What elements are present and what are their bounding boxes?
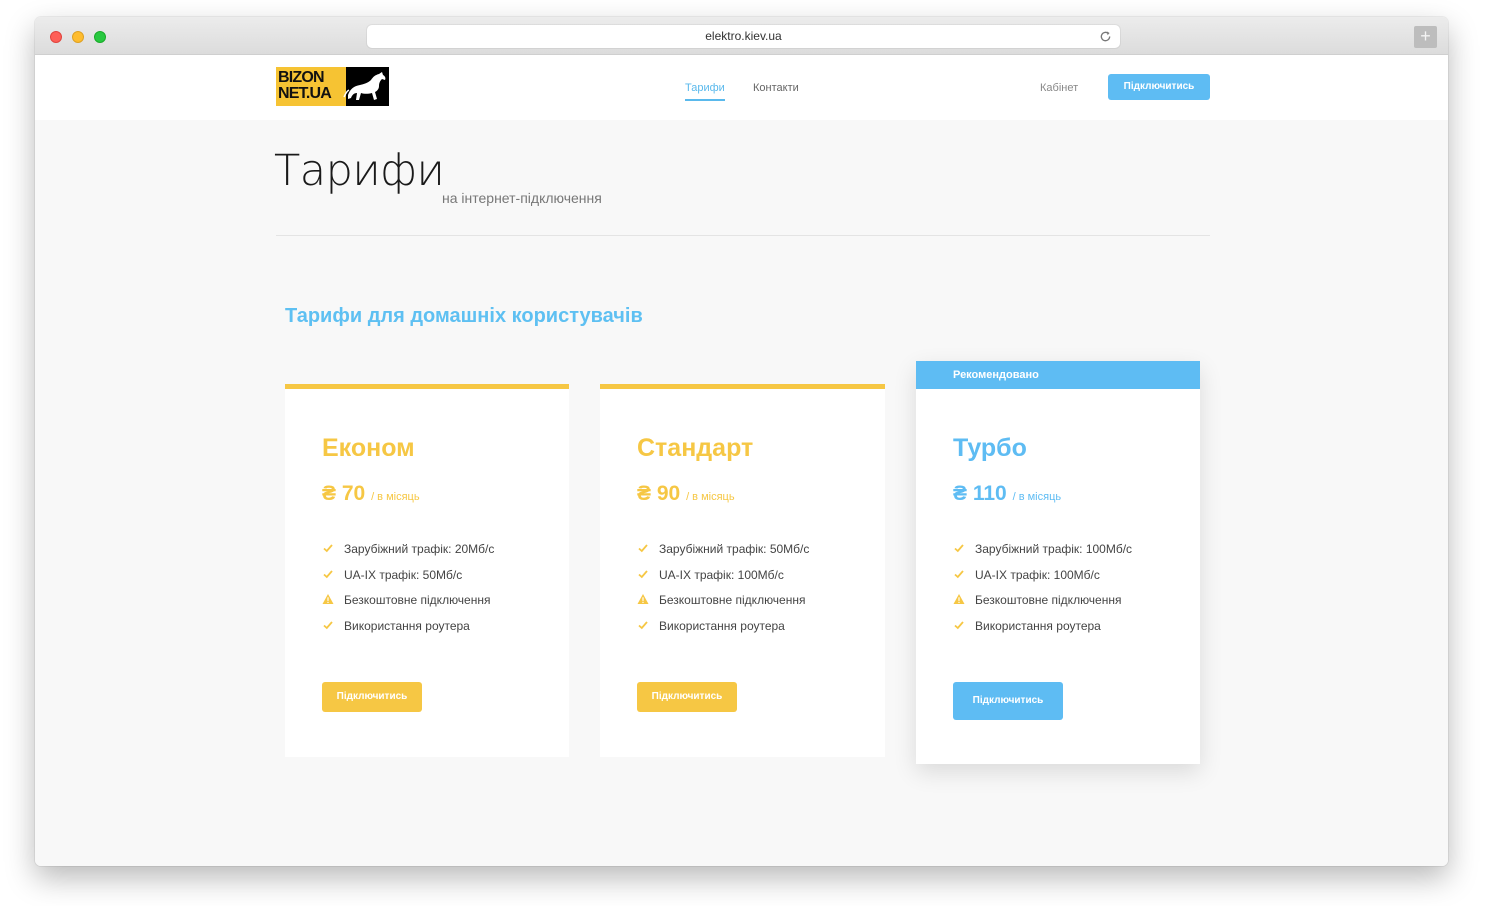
logo-line-2: NET.UA bbox=[278, 85, 332, 102]
feature-text: UA-IX трафік: 50Мб/с bbox=[344, 567, 463, 582]
feature-text: Безкоштовне підключення bbox=[659, 593, 806, 607]
plan-price: ₴ 90 / в місяць bbox=[637, 482, 735, 506]
section-title: Тарифи для домашніх користувачів bbox=[285, 305, 643, 327]
bison-horse-icon bbox=[343, 72, 386, 100]
check-icon bbox=[638, 544, 648, 553]
browser-window: elektro.kiev.ua + BIZON NET.UA Тарифи Ко… bbox=[35, 17, 1448, 866]
feature-text: Безкоштовне підключення bbox=[975, 593, 1122, 607]
plan-card-turbo: Рекомендовано Турбо ₴ 110 / в місяць Зар… bbox=[916, 361, 1200, 764]
feature-text: UA-IX трафік: 100Мб/с bbox=[975, 567, 1100, 582]
page-subtitle: на інтернет-підключення bbox=[442, 190, 602, 206]
plan-name: Економ bbox=[322, 434, 415, 462]
warning-icon bbox=[953, 594, 965, 604]
feature-item: Використання роутера bbox=[322, 618, 494, 644]
feature-text: Використання роутера bbox=[975, 618, 1101, 633]
price-value: 90 bbox=[656, 482, 681, 505]
feature-item: UA-IX трафік: 100Мб/с bbox=[637, 567, 809, 593]
minimize-window-icon[interactable] bbox=[72, 31, 84, 43]
check-icon bbox=[954, 544, 964, 553]
page-content: BIZON NET.UA Тарифи Контакти Кабінет Під… bbox=[35, 55, 1448, 866]
feature-list: Зарубіжний трафік: 50Мб/с UA-IX трафік: … bbox=[637, 541, 809, 643]
feature-text: UA-IX трафік: 100Мб/с bbox=[659, 567, 784, 582]
plan-name: Турбо bbox=[953, 434, 1027, 462]
feature-item: UA-IX трафік: 50Мб/с bbox=[322, 567, 494, 593]
new-tab-button[interactable]: + bbox=[1414, 26, 1437, 48]
feature-text: Використання роутера bbox=[344, 618, 470, 633]
nav-tariffs[interactable]: Тарифи bbox=[685, 82, 725, 101]
close-window-icon[interactable] bbox=[50, 31, 62, 43]
feature-item: Зарубіжний трафік: 20Мб/с bbox=[322, 541, 494, 567]
check-icon bbox=[323, 569, 333, 578]
feature-text: Зарубіжний трафік: 20Мб/с bbox=[344, 542, 495, 556]
plan-price: ₴ 110 / в місяць bbox=[953, 482, 1061, 506]
nav-contacts[interactable]: Контакти bbox=[753, 82, 799, 94]
price-period: / в місяць bbox=[371, 491, 420, 503]
feature-item: Безкоштовне підключення bbox=[322, 592, 494, 618]
plan-name: Стандарт bbox=[637, 434, 754, 462]
check-icon bbox=[954, 620, 964, 629]
price-value: 110 bbox=[972, 482, 1007, 505]
connect-econom-button[interactable]: Підключитись bbox=[322, 682, 422, 712]
url-text: elektro.kiev.ua bbox=[705, 29, 782, 43]
check-icon bbox=[638, 620, 648, 629]
feature-item: Зарубіжний трафік: 50Мб/с bbox=[637, 541, 809, 567]
page-title: Тарифи bbox=[274, 146, 445, 196]
check-icon bbox=[323, 620, 333, 629]
currency-symbol: ₴ bbox=[953, 482, 968, 505]
currency-symbol: ₴ bbox=[322, 482, 337, 505]
recommended-badge: Рекомендовано bbox=[916, 361, 1200, 389]
plan-price: ₴ 70 / в місяць bbox=[322, 482, 420, 506]
plan-card-standard: Стандарт ₴ 90 / в місяць Зарубіжний траф… bbox=[600, 384, 885, 757]
feature-text: Зарубіжний трафік: 100Мб/с bbox=[975, 542, 1133, 556]
title-divider bbox=[276, 235, 1210, 236]
feature-list: Зарубіжний трафік: 100Мб/с UA-IX трафік:… bbox=[953, 541, 1132, 643]
logo-text: BIZON NET.UA bbox=[276, 67, 346, 106]
nav-cabinet[interactable]: Кабінет bbox=[1040, 82, 1078, 94]
browser-titlebar: elektro.kiev.ua + bbox=[35, 17, 1448, 55]
warning-icon bbox=[322, 594, 334, 604]
price-period: / в місяць bbox=[1012, 491, 1062, 503]
feature-list: Зарубіжний трафік: 20Мб/с UA-IX трафік: … bbox=[322, 541, 494, 643]
site-logo[interactable]: BIZON NET.UA bbox=[276, 67, 389, 106]
connect-turbo-button[interactable]: Підключитись bbox=[953, 682, 1063, 720]
price-period: / в місяць bbox=[686, 491, 735, 503]
address-bar[interactable]: elektro.kiev.ua bbox=[367, 25, 1120, 48]
feature-item: Зарубіжний трафік: 100Мб/с bbox=[953, 541, 1132, 567]
feature-item: UA-IX трафік: 100Мб/с bbox=[953, 567, 1132, 593]
feature-text: Безкоштовне підключення bbox=[344, 593, 491, 607]
feature-text: Використання роутера bbox=[659, 618, 785, 633]
feature-item: Безкоштовне підключення bbox=[637, 592, 809, 618]
currency-symbol: ₴ bbox=[637, 482, 652, 505]
site-header: BIZON NET.UA Тарифи Контакти Кабінет Під… bbox=[35, 55, 1448, 120]
feature-item: Використання роутера bbox=[953, 618, 1132, 644]
header-connect-button[interactable]: Підключитись bbox=[1108, 74, 1210, 100]
check-icon bbox=[323, 544, 333, 553]
logo-line-1: BIZON bbox=[278, 69, 325, 86]
feature-text: Зарубіжний трафік: 50Мб/с bbox=[659, 542, 810, 556]
feature-item: Безкоштовне підключення bbox=[953, 592, 1132, 618]
connect-standard-button[interactable]: Підключитись bbox=[637, 682, 737, 712]
reload-icon[interactable] bbox=[1099, 30, 1112, 43]
price-value: 70 bbox=[341, 482, 366, 505]
check-icon bbox=[638, 569, 648, 578]
feature-item: Використання роутера bbox=[637, 618, 809, 644]
maximize-window-icon[interactable] bbox=[94, 31, 106, 43]
check-icon bbox=[954, 569, 964, 578]
plan-card-econom: Економ ₴ 70 / в місяць Зарубіжний трафік… bbox=[285, 384, 569, 757]
warning-icon bbox=[637, 594, 649, 604]
